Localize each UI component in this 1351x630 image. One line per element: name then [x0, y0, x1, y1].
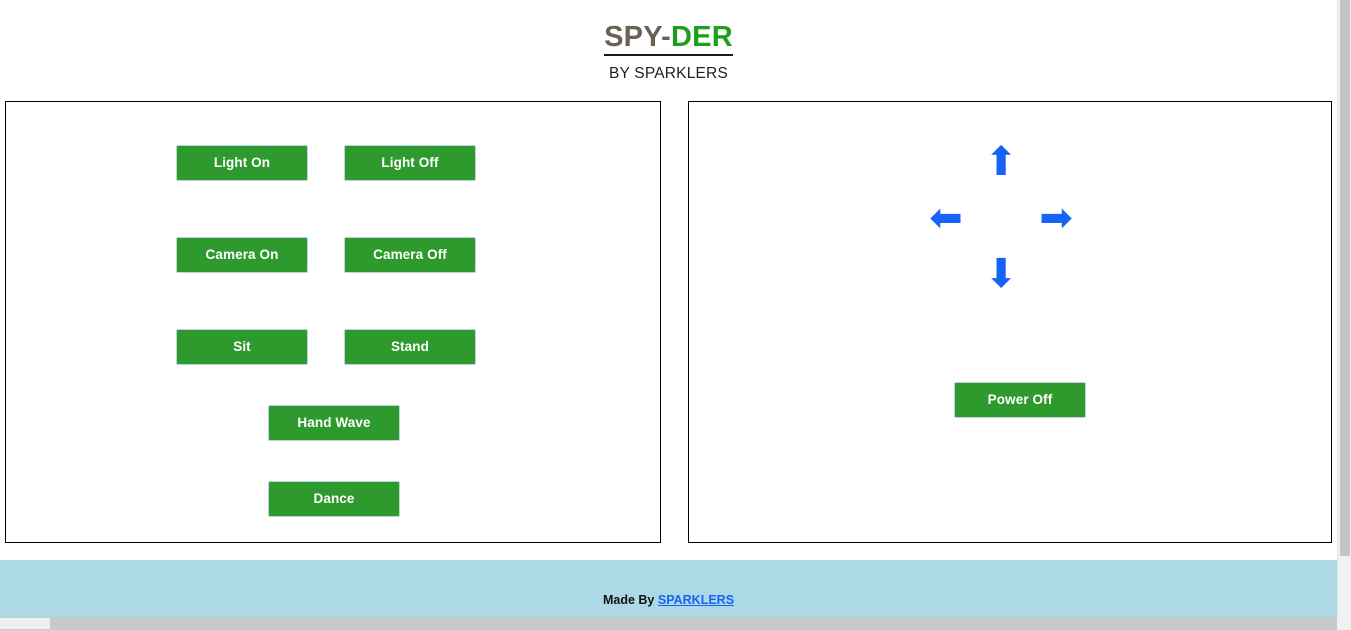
camera-off-button[interactable]: Camera Off	[344, 237, 476, 273]
controls-panel: Light On Light Off Camera On Camera Off …	[5, 101, 661, 543]
horizontal-scrollbar-thumb[interactable]	[0, 618, 50, 629]
stand-button[interactable]: Stand	[344, 329, 476, 365]
page-footer: Made By SPARKLERS	[0, 560, 1337, 617]
light-on-button[interactable]: Light On	[176, 145, 308, 181]
sit-button[interactable]: Sit	[176, 329, 308, 365]
panels-container: Light On Light Off Camera On Camera Off …	[5, 101, 1332, 543]
sparklers-link[interactable]: SPARKLERS	[658, 593, 734, 607]
navigation-panel: ⬆ ⬅ ➡ ⬇ Power Off	[688, 101, 1332, 543]
page-title-part-spy: SPY-	[604, 21, 672, 53]
vertical-scrollbar-thumb[interactable]	[1340, 0, 1350, 556]
direction-pad: ⬆ ⬅ ➡ ⬇	[921, 142, 1081, 302]
arrow-left-icon[interactable]: ⬅	[923, 198, 969, 244]
page-title-part-der: DER	[671, 21, 733, 53]
page-title: SPY-DER	[604, 22, 733, 56]
power-off-button[interactable]: Power Off	[954, 382, 1086, 418]
hand-wave-button[interactable]: Hand Wave	[268, 405, 400, 441]
camera-on-button[interactable]: Camera On	[176, 237, 308, 273]
arrow-right-icon[interactable]: ➡	[1033, 198, 1079, 244]
arrow-up-icon[interactable]: ⬆	[978, 142, 1024, 188]
vertical-scrollbar[interactable]	[1337, 0, 1351, 617]
page-header: SPY-DER BY SPARKLERS	[0, 0, 1337, 83]
page-subtitle: BY SPARKLERS	[609, 64, 728, 82]
footer-credit: Made By SPARKLERS	[0, 593, 1337, 607]
dance-button[interactable]: Dance	[268, 481, 400, 517]
arrow-down-icon[interactable]: ⬇	[978, 254, 1024, 300]
light-off-button[interactable]: Light Off	[344, 145, 476, 181]
scrollbar-corner	[1337, 617, 1351, 630]
page-viewport: SPY-DER BY SPARKLERS Light On Light Off …	[0, 0, 1337, 617]
footer-made-by-label: Made By	[602, 593, 658, 607]
horizontal-scrollbar[interactable]	[0, 617, 1351, 630]
